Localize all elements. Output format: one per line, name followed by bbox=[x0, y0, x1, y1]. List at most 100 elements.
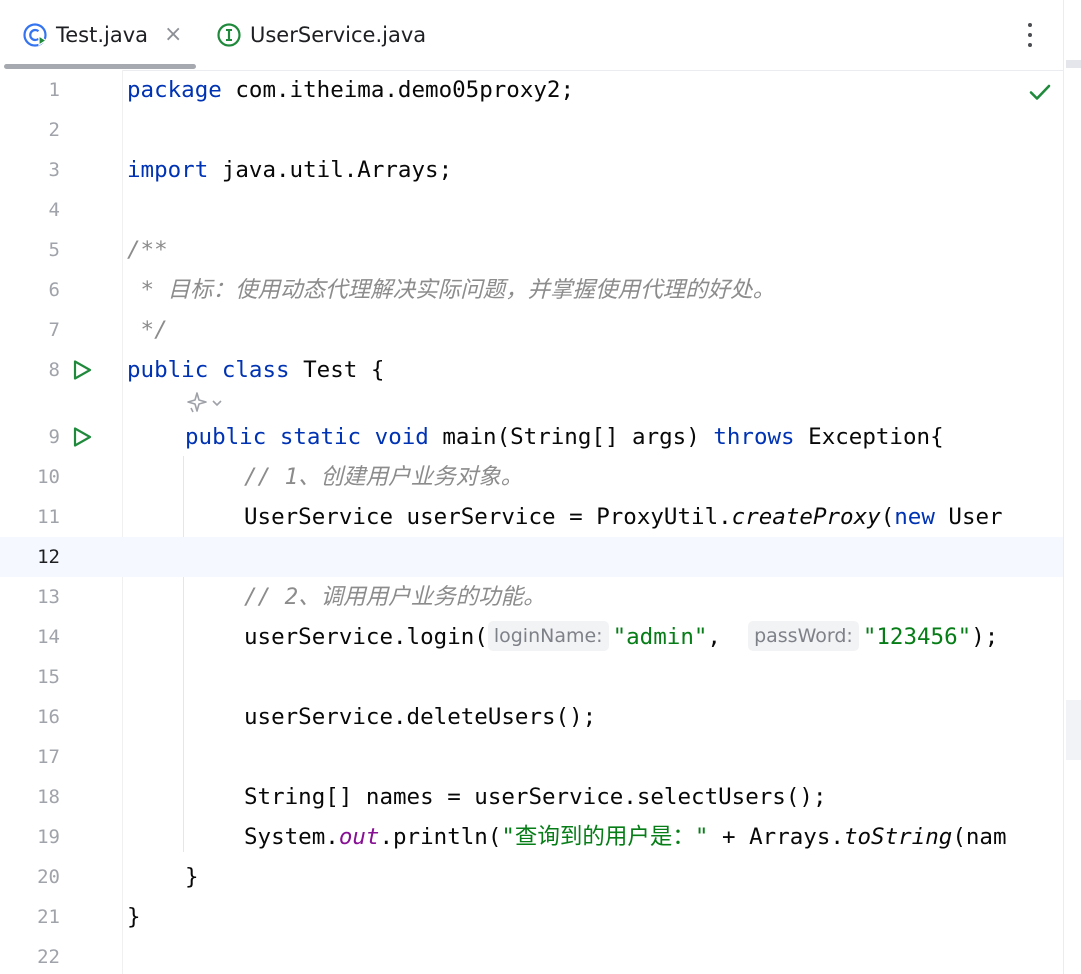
line-number: 7 bbox=[48, 319, 60, 341]
code-method-call: createProxy bbox=[731, 504, 881, 530]
code-token: Exception{ bbox=[794, 424, 944, 450]
code-token: ); bbox=[971, 624, 999, 650]
code-text: String[] names = userService.selectUsers… bbox=[244, 784, 827, 810]
line-number: 21 bbox=[37, 906, 60, 928]
code-editor[interactable]: 1 package com.itheima.demo05proxy2; 2 3 … bbox=[0, 70, 1063, 974]
code-line[interactable]: 5 /** bbox=[0, 230, 1063, 270]
code-text: public class Test { bbox=[127, 350, 384, 390]
tab-test-java[interactable]: Test.java × bbox=[22, 0, 182, 70]
tab-userservice-java[interactable]: UserService.java bbox=[216, 0, 426, 70]
code-keyword: import bbox=[127, 157, 209, 183]
code-keyword: static bbox=[279, 424, 362, 450]
code-line-current[interactable]: 12 bbox=[0, 537, 1063, 577]
code-line[interactable]: 1 package com.itheima.demo05proxy2; bbox=[0, 70, 1063, 110]
code-line[interactable]: 7 */ bbox=[0, 310, 1063, 350]
line-number: 22 bbox=[37, 946, 60, 968]
line-number: 14 bbox=[37, 626, 60, 648]
code-keyword: throws bbox=[713, 424, 795, 450]
code-token: ( bbox=[880, 504, 895, 530]
chevron-down-icon bbox=[212, 400, 222, 407]
scrollbar-marker bbox=[1066, 700, 1081, 760]
code-token: , bbox=[707, 624, 749, 650]
tab-close-icon[interactable]: × bbox=[164, 24, 182, 46]
code-token: Test { bbox=[289, 357, 385, 383]
code-keyword: class bbox=[221, 357, 290, 383]
line-number: 1 bbox=[48, 79, 60, 101]
code-keyword: package bbox=[127, 77, 222, 103]
line-number: 16 bbox=[37, 706, 60, 728]
line-comment: // 1、创建用户业务对象。 bbox=[244, 464, 524, 490]
code-token: User bbox=[934, 504, 1003, 530]
active-tab-indicator bbox=[4, 64, 196, 69]
code-line[interactable]: 2 bbox=[0, 110, 1063, 150]
run-triangle-icon[interactable] bbox=[70, 425, 94, 449]
tab-label: UserService.java bbox=[250, 23, 427, 47]
code-string: "admin" bbox=[612, 624, 708, 650]
scrollbar-marker bbox=[1066, 60, 1081, 68]
code-text: UserService userService = ProxyUtil.crea… bbox=[244, 497, 1003, 537]
code-line[interactable]: 8 public class Test { bbox=[0, 350, 1063, 390]
line-number: 9 bbox=[48, 426, 60, 448]
code-string: "123456" bbox=[862, 624, 972, 650]
code-method-call: toString bbox=[843, 824, 953, 850]
tab-label: Test.java bbox=[56, 23, 149, 47]
code-line[interactable]: 6 * 目标：使用动态代理解决实际问题，并掌握使用代理的好处。 bbox=[0, 270, 1063, 310]
code-token: main(String[] args) bbox=[428, 424, 714, 450]
line-number: 10 bbox=[37, 466, 60, 488]
run-triangle-icon[interactable] bbox=[70, 358, 94, 382]
editor-scrollbar[interactable] bbox=[1063, 0, 1081, 974]
code-line[interactable]: 3 import java.util.Arrays; bbox=[0, 150, 1063, 190]
line-number: 18 bbox=[37, 786, 60, 808]
code-token: (nam bbox=[952, 824, 1007, 850]
code-line[interactable]: 9 public static void main(String[] args)… bbox=[0, 417, 1063, 457]
code-text: } bbox=[127, 904, 141, 930]
code-string: "查询到的用户是：" bbox=[501, 824, 709, 850]
javadoc-comment: */ bbox=[127, 317, 168, 343]
kebab-menu-icon[interactable] bbox=[1020, 20, 1040, 50]
code-token: System. bbox=[244, 824, 339, 850]
line-number: 15 bbox=[37, 666, 60, 688]
code-line[interactable]: 10 // 1、创建用户业务对象。 bbox=[0, 457, 1063, 497]
line-number: 19 bbox=[37, 826, 60, 848]
code-line[interactable]: 15 bbox=[0, 657, 1063, 697]
code-line[interactable]: 18 String[] names = userService.selectUs… bbox=[0, 777, 1063, 817]
code-static-field: out bbox=[338, 824, 380, 850]
code-keyword: public bbox=[127, 357, 209, 383]
code-line[interactable]: 4 bbox=[0, 190, 1063, 230]
code-text: userService.deleteUsers(); bbox=[244, 704, 597, 730]
line-number: 2 bbox=[48, 119, 60, 141]
code-token: java.util.Arrays; bbox=[208, 157, 453, 183]
code-line[interactable]: 14 userService.login(loginName: "admin", … bbox=[0, 617, 1063, 657]
line-number: 12 bbox=[37, 546, 60, 568]
code-keyword: new bbox=[894, 504, 935, 530]
code-text: import java.util.Arrays; bbox=[127, 150, 452, 190]
code-line[interactable]: 13 // 2、调用用户业务的功能。 bbox=[0, 577, 1063, 617]
code-text: System.out.println("查询到的用户是：" + Arrays.t… bbox=[244, 817, 1007, 857]
code-line[interactable]: 16 userService.deleteUsers(); bbox=[0, 697, 1063, 737]
code-line[interactable]: 17 bbox=[0, 737, 1063, 777]
code-line[interactable]: 11 UserService userService = ProxyUtil.c… bbox=[0, 497, 1063, 537]
code-line[interactable]: 22 bbox=[0, 937, 1063, 974]
line-number: 13 bbox=[37, 586, 60, 608]
ai-sparkle-icon bbox=[187, 392, 207, 413]
javadoc-comment: * 目标：使用动态代理解决实际问题，并掌握使用代理的好处。 bbox=[127, 277, 776, 303]
interface-icon bbox=[217, 23, 241, 47]
code-line[interactable]: 20 } bbox=[0, 857, 1063, 897]
code-line[interactable]: 19 System.out.println("查询到的用户是：" + Array… bbox=[0, 817, 1063, 857]
javadoc-comment: /** bbox=[127, 237, 168, 263]
line-number: 6 bbox=[48, 279, 60, 301]
code-text: } bbox=[185, 864, 199, 890]
line-number: 17 bbox=[37, 746, 60, 768]
line-number: 8 bbox=[48, 359, 60, 381]
code-line[interactable]: 21 } bbox=[0, 897, 1063, 937]
code-token: + Arrays. bbox=[708, 824, 844, 850]
code-token: UserService userService = ProxyUtil. bbox=[244, 504, 732, 530]
ai-assistant-icon[interactable] bbox=[184, 388, 232, 418]
code-text: package com.itheima.demo05proxy2; bbox=[127, 70, 574, 110]
code-token: .println( bbox=[379, 824, 502, 850]
code-keyword: void bbox=[374, 424, 429, 450]
code-text: public static void main(String[] args) t… bbox=[185, 417, 944, 457]
parameter-hint: passWord: bbox=[748, 621, 859, 651]
code-token: com.itheima.demo05proxy2; bbox=[221, 77, 575, 103]
code-token: userService.login( bbox=[244, 624, 488, 650]
